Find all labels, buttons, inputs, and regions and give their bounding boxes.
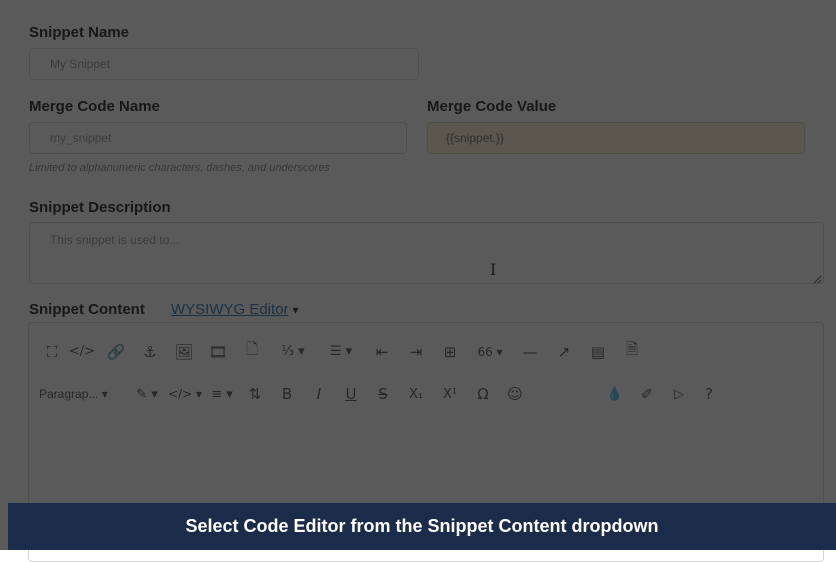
emoji-icon[interactable]: ☺ — [499, 385, 531, 403]
help-icon[interactable]: ? — [695, 385, 723, 403]
superscript-icon[interactable]: X¹ — [433, 387, 467, 402]
code-format-icon[interactable]: </> ▾ — [165, 387, 205, 401]
paragraph-format-dropdown[interactable]: Paragrap... ▾ — [39, 387, 129, 401]
fill-color-icon[interactable]: 💧 — [599, 387, 631, 402]
numbered-list-icon[interactable]: ⅓ ▾ — [269, 344, 317, 359]
merge-code-name-placeholder: my_snippet — [50, 131, 112, 145]
underline-icon[interactable]: U — [335, 385, 367, 403]
toolbar-row-2: Paragrap... ▾ ✎ ▾ </> ▾ ≡ ▾ ⇅ B I U S X₁… — [39, 385, 723, 403]
pointer-icon[interactable]: ▷ — [663, 387, 695, 402]
special-char-icon[interactable]: Ω — [467, 385, 499, 403]
subscript-icon[interactable]: X₁ — [399, 387, 433, 402]
horizontal-line-icon[interactable]: — — [513, 343, 547, 361]
snippet-description-label: Snippet Description — [29, 199, 171, 216]
snippet-content-label: Snippet Content — [29, 301, 145, 318]
resize-handle-icon[interactable] — [812, 274, 822, 284]
page-icon[interactable]: ▤ — [581, 343, 615, 361]
strikethrough-icon[interactable]: S — [367, 385, 399, 403]
bold-icon[interactable]: B — [271, 385, 303, 403]
snippet-name-label: Snippet Name — [29, 24, 130, 41]
external-link-icon[interactable]: ↗ — [547, 343, 581, 361]
table-icon[interactable]: ⊞ — [433, 343, 467, 361]
highlight-icon[interactable]: ✐ — [631, 385, 663, 403]
fullscreen-icon[interactable]: ⛶ — [39, 343, 65, 361]
italic-icon[interactable]: I — [303, 385, 335, 403]
blockquote-icon[interactable]: 66 ▾ — [467, 345, 513, 359]
merge-code-value-label: Merge Code Value — [427, 98, 557, 115]
align-icon[interactable]: ≡ ▾ — [205, 387, 239, 402]
merge-code-name-hint: Limited to alphanumeric characters, dash… — [29, 162, 330, 174]
text-color-icon[interactable]: ✎ ▾ — [129, 387, 165, 402]
instruction-text: Select Code Editor from the Snippet Cont… — [185, 516, 659, 536]
source-code-icon[interactable]: </> — [65, 344, 99, 359]
toolbar-row-1: ⛶ </> 🔗 ⚓ 🖼 🎞 🗋 ⅓ ▾ ☰ ▾ ⇤ ⇥ ⊞ 66 ▾ — ↗ ▤… — [39, 339, 649, 364]
image-icon[interactable]: 🖼 — [167, 343, 201, 361]
merge-code-value-field: {{snippet.}} — [427, 122, 805, 154]
editor-mode-dropdown[interactable]: WYSIWYG Editor ▾ — [171, 301, 299, 319]
anchor-icon[interactable]: ⚓ — [133, 343, 167, 361]
link-icon[interactable]: 🔗 — [99, 343, 133, 361]
line-height-icon[interactable]: ⇅ — [239, 385, 271, 403]
instruction-banner: Select Code Editor from the Snippet Cont… — [8, 503, 836, 550]
document-icon[interactable]: 🗎 — [615, 339, 649, 364]
template-icon[interactable]: 🗋 — [235, 339, 269, 364]
bullet-list-icon[interactable]: ☰ ▾ — [317, 344, 365, 359]
indent-icon[interactable]: ⇥ — [399, 343, 433, 361]
snippet-name-placeholder: My Snippet — [50, 57, 111, 71]
editor-mode-label: WYSIWYG Editor — [171, 301, 289, 318]
snippet-name-input[interactable]: My Snippet — [29, 48, 419, 80]
snippet-description-textarea[interactable]: This snippet is used to... — [29, 222, 824, 284]
chevron-down-icon: ▾ — [292, 303, 299, 317]
merge-code-name-label: Merge Code Name — [29, 98, 160, 115]
media-icon[interactable]: 🎞 — [201, 343, 235, 361]
snippet-description-placeholder: This snippet is used to... — [50, 233, 180, 247]
merge-code-name-input[interactable]: my_snippet — [29, 122, 407, 154]
outdent-icon[interactable]: ⇤ — [365, 343, 399, 361]
text-cursor-icon: I — [490, 260, 497, 279]
merge-code-value-text: {{snippet.}} — [446, 131, 505, 145]
